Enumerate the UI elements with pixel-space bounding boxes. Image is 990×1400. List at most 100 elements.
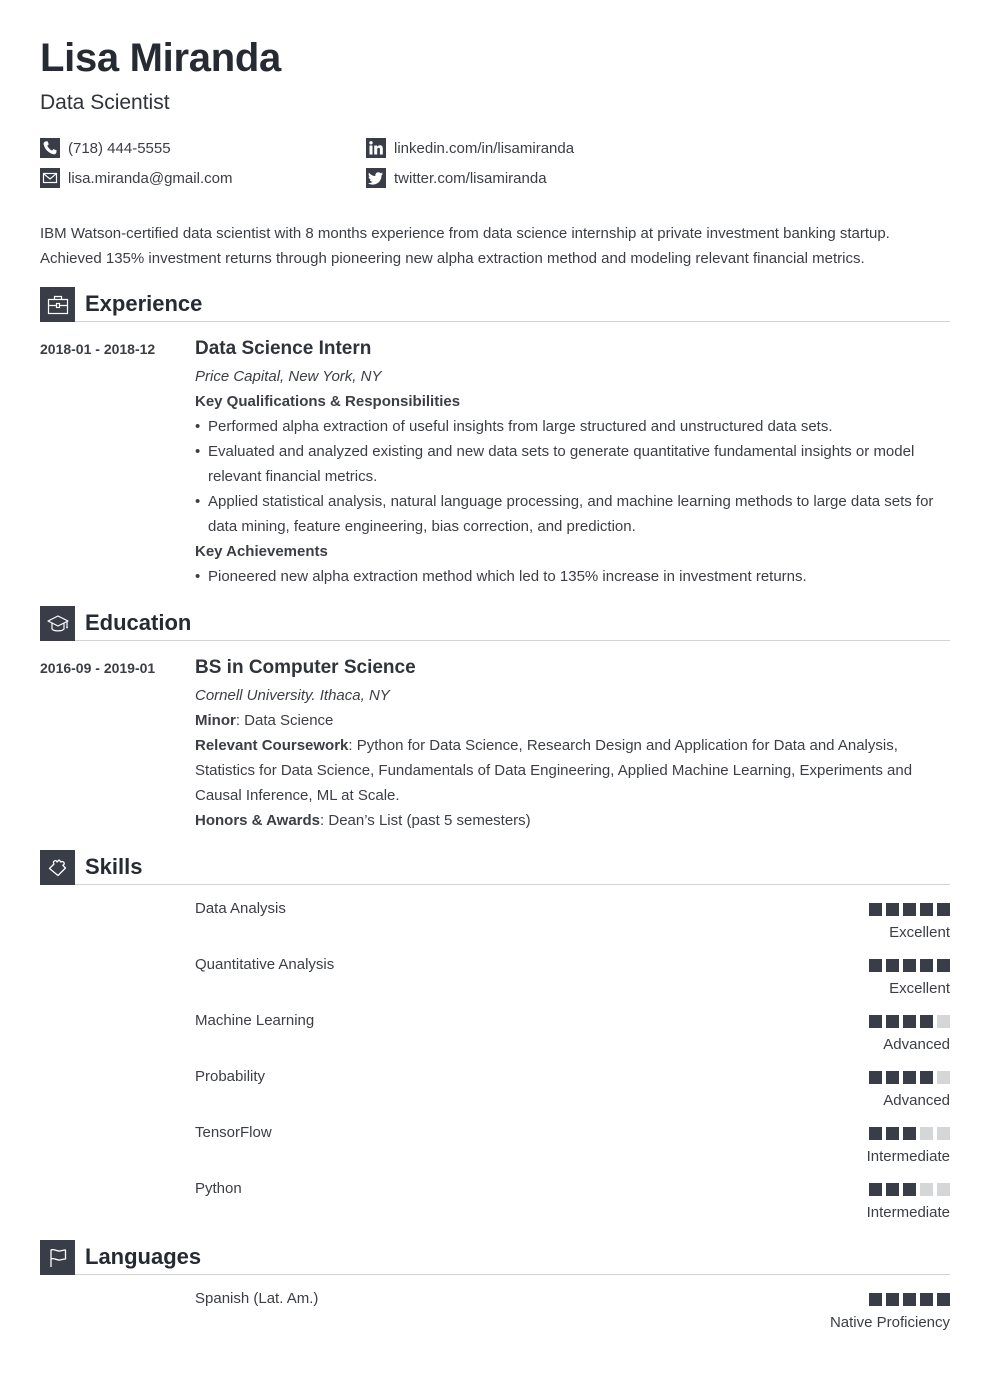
rating-dot-empty	[937, 1015, 950, 1028]
rating-dot-filled	[903, 1071, 916, 1084]
rating-dot-filled	[903, 1127, 916, 1140]
section-title: Education	[85, 610, 192, 635]
skill-item: Quantitative Analysis Excellent	[195, 956, 950, 1006]
experience-entry: Data Science Intern Price Capital, New Y…	[195, 336, 950, 589]
list-item: • Performed alpha extraction of useful in…	[195, 414, 950, 439]
rating-dot-filled	[886, 1183, 899, 1196]
skill-name: TensorFlow	[195, 1124, 272, 1141]
language-item: Spanish (Lat. Am.) Native Proficiency	[195, 1290, 950, 1340]
phone-icon	[40, 138, 60, 158]
school-location: Cornell University. Ithaca, NY	[195, 687, 390, 704]
skill-item: Data Analysis Excellent	[195, 900, 950, 950]
section-divider	[75, 884, 950, 885]
rating-dot-empty	[937, 1127, 950, 1140]
proficiency-level: Intermediate	[866, 1204, 950, 1221]
education-dates: 2016-09 - 2019-01	[40, 660, 156, 676]
candidate-name: Lisa Miranda	[40, 36, 281, 80]
proficiency-level: Advanced	[883, 1092, 950, 1109]
section-title: Skills	[85, 854, 143, 879]
skill-item: TensorFlow Intermediate	[195, 1124, 950, 1174]
skill-name: Probability	[195, 1068, 266, 1085]
profile-summary: IBM Watson-certified data scientist with…	[40, 225, 890, 267]
skill-item: Probability Advanced	[195, 1068, 950, 1118]
job-role: Data Science Intern	[195, 338, 372, 359]
rating-dot-filled	[886, 1071, 899, 1084]
proficiency-level: Excellent	[889, 980, 950, 997]
rating-dot-filled	[869, 1071, 882, 1084]
rating-dot-filled	[903, 903, 916, 916]
rating-dot-filled	[869, 959, 882, 972]
rating-dot-filled	[886, 1293, 899, 1306]
section-experience-header: Experience	[40, 287, 950, 323]
coursework-line: Relevant Coursework: Python for Data Sci…	[195, 737, 913, 804]
skill-item: Machine Learning Advanced	[195, 1012, 950, 1062]
minor-line: Minor: Data Science	[195, 712, 334, 729]
rating-dot-filled	[869, 903, 882, 916]
list-item: • Applied statistical analysis, natural l…	[195, 489, 950, 539]
section-divider	[75, 321, 950, 322]
company-location: Price Capital, New York, NY	[195, 368, 382, 385]
rating-dot-empty	[937, 1071, 950, 1084]
rating-dot-filled	[886, 903, 899, 916]
rating-dot-filled	[920, 1293, 933, 1306]
contact-linkedin[interactable]: linkedin.com/in/lisamiranda	[366, 138, 574, 158]
skill-name: Python	[195, 1180, 242, 1197]
contact-email[interactable]: lisa.miranda@gmail.com	[40, 168, 232, 188]
email-text: lisa.miranda@gmail.com	[68, 169, 233, 187]
linkedin-icon	[366, 138, 386, 158]
rating-dot-filled	[920, 1015, 933, 1028]
bullet: •	[195, 418, 201, 435]
graduation-cap-icon	[40, 606, 75, 641]
skill-name: Quantitative Analysis	[195, 956, 335, 973]
skill-item: Python Intermediate	[195, 1180, 950, 1230]
rating-dot-filled	[903, 1293, 916, 1306]
bullet: •	[195, 493, 201, 510]
rating-dot-empty	[920, 1183, 933, 1196]
rating-dots	[869, 959, 950, 972]
section-skills-header: Skills	[40, 850, 950, 886]
rating-dot-filled	[937, 903, 950, 916]
section-divider	[75, 1274, 950, 1275]
rating-dot-filled	[869, 1293, 882, 1306]
honors-line: Honors & Awards: Dean’s List (past 5 sem…	[195, 812, 531, 829]
email-icon	[40, 168, 60, 188]
contact-phone[interactable]: (718) 444-5555	[40, 138, 171, 158]
skill-name: Machine Learning	[195, 1012, 315, 1029]
rating-dots	[869, 1183, 950, 1196]
rating-dot-filled	[886, 959, 899, 972]
flag-icon	[40, 1240, 75, 1275]
rating-dot-filled	[886, 1127, 899, 1140]
education-entry: BS in Computer Science Cornell Universit…	[195, 655, 950, 833]
rating-dot-empty	[920, 1127, 933, 1140]
rating-dot-filled	[886, 1015, 899, 1028]
skill-name: Data Analysis	[195, 900, 286, 917]
rating-dot-filled	[937, 1293, 950, 1306]
section-education-header: Education	[40, 606, 950, 642]
section-languages-header: Languages	[40, 1240, 950, 1276]
rating-dot-filled	[920, 903, 933, 916]
rating-dots	[869, 1015, 950, 1028]
rating-dot-filled	[937, 959, 950, 972]
phone-text: (718) 444-5555	[68, 139, 171, 157]
qualifications-list: • Performed alpha extraction of useful in…	[195, 414, 950, 539]
proficiency-level: Native Proficiency	[829, 1314, 950, 1331]
twitter-text: twitter.com/lisamiranda	[394, 169, 547, 187]
proficiency-level: Advanced	[883, 1036, 950, 1053]
rating-dot-filled	[903, 1015, 916, 1028]
proficiency-level: Excellent	[889, 924, 950, 941]
rating-dot-filled	[903, 959, 916, 972]
section-title: Experience	[85, 291, 203, 316]
rating-dots	[869, 1071, 950, 1084]
section-divider	[75, 640, 950, 641]
twitter-icon	[366, 168, 386, 188]
candidate-title: Data Scientist	[40, 91, 170, 114]
rating-dots	[869, 903, 950, 916]
qualifications-heading: Key Qualifications & Responsibilities	[195, 393, 461, 410]
linkedin-text: linkedin.com/in/lisamiranda	[394, 139, 575, 157]
rating-dot-filled	[869, 1183, 882, 1196]
contact-twitter[interactable]: twitter.com/lisamiranda	[366, 168, 547, 188]
proficiency-level: Intermediate	[866, 1148, 950, 1165]
bullet: •	[195, 443, 201, 460]
achievements-heading: Key Achievements	[195, 543, 328, 560]
puzzle-piece-icon	[40, 850, 75, 885]
